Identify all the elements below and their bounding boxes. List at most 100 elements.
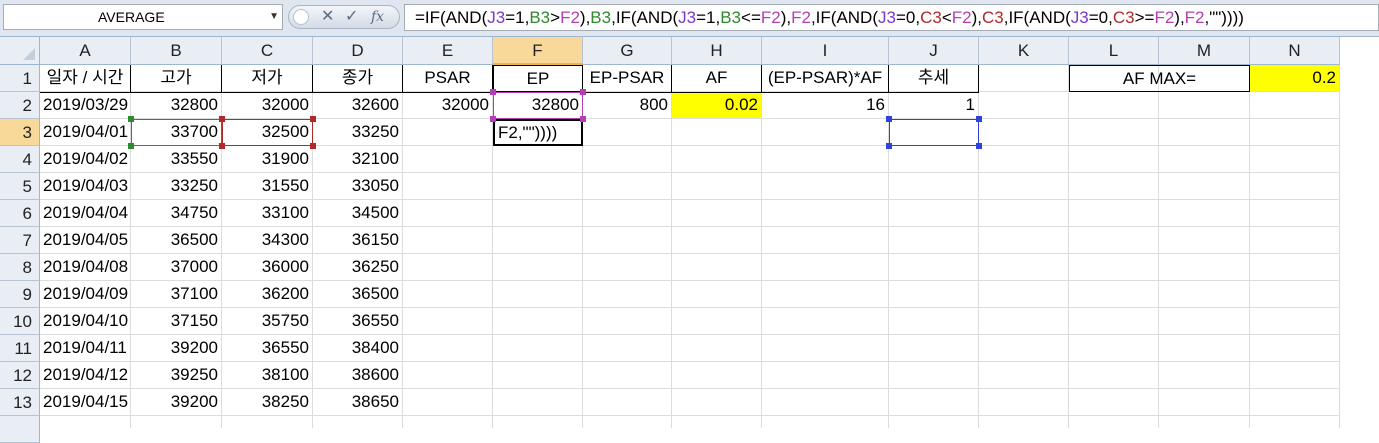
row-header-7[interactable]: 7 [0,227,40,254]
low-cell[interactable]: 31900 [222,146,313,173]
grid-cell[interactable] [493,146,583,173]
af-max-value[interactable]: 0.2 [1250,65,1340,92]
grid-cell[interactable] [1159,335,1250,362]
column-header-d[interactable]: D [313,37,403,65]
grid-cell[interactable] [1159,281,1250,308]
grid-cell[interactable] [313,416,403,428]
grid-cell[interactable] [889,173,979,200]
grid-cell[interactable] [1069,227,1159,254]
cell-e2[interactable]: 32000 [403,92,493,119]
grid-cell[interactable] [493,416,583,428]
close-cell[interactable]: 36150 [313,227,403,254]
grid-cell[interactable] [672,389,762,416]
close-cell[interactable]: 33050 [313,173,403,200]
close-cell[interactable]: 38400 [313,335,403,362]
formula-input[interactable]: =IF(AND(J3=1,B3>F2),B3,IF(AND(J3=1,B3<=F… [404,4,1379,31]
close-cell[interactable]: 32100 [313,146,403,173]
row-header-14[interactable] [0,416,40,443]
grid-cell[interactable] [889,362,979,389]
grid-cell[interactable] [1069,173,1159,200]
grid-cell[interactable] [979,146,1069,173]
grid-cell[interactable] [403,200,493,227]
grid-cell[interactable] [403,389,493,416]
grid-cell[interactable] [762,173,889,200]
date-cell[interactable]: 2019/04/15 [40,389,131,416]
grid-cell[interactable] [672,362,762,389]
header-date-time[interactable]: 일자 / 시간 [40,65,131,92]
cell-j2[interactable]: 1 [889,92,979,119]
column-header-l[interactable]: L [1069,37,1159,65]
column-header-c[interactable]: C [222,37,313,65]
close-cell[interactable]: 34500 [313,200,403,227]
row-header-8[interactable]: 8 [0,254,40,281]
cell-h2[interactable]: 0.02 [672,92,762,119]
low-cell[interactable]: 34300 [222,227,313,254]
header-high[interactable]: 고가 [131,65,222,92]
insert-function-icon[interactable]: fx [371,6,384,28]
grid-cell[interactable] [672,119,762,146]
grid-cell[interactable] [1069,119,1159,146]
low-cell[interactable]: 36550 [222,335,313,362]
grid-cell[interactable] [979,416,1069,428]
date-cell[interactable]: 2019/04/02 [40,146,131,173]
grid-cell[interactable] [672,308,762,335]
grid-cell[interactable] [979,389,1069,416]
high-cell[interactable]: 37100 [131,281,222,308]
grid-cell[interactable] [1069,92,1159,119]
date-cell[interactable]: 2019/04/09 [40,281,131,308]
grid-cell[interactable] [1250,335,1340,362]
column-header-g[interactable]: G [583,37,672,65]
grid-cell[interactable] [889,389,979,416]
date-cell[interactable]: 2019/04/12 [40,362,131,389]
header-ep-psar-af[interactable]: (EP-PSAR)*AF [762,65,889,92]
column-header-h[interactable]: H [672,37,762,65]
grid-cell[interactable] [583,173,672,200]
grid-cell[interactable] [1250,173,1340,200]
close-cell[interactable]: 36250 [313,254,403,281]
grid-cell[interactable] [403,281,493,308]
enter-icon[interactable]: ✓ [345,6,358,28]
grid-cell[interactable] [403,173,493,200]
grid-cell[interactable] [889,227,979,254]
grid-cell[interactable] [1250,281,1340,308]
grid-cell[interactable] [672,173,762,200]
grid-cell[interactable] [1250,92,1340,119]
grid-cell[interactable] [1250,308,1340,335]
high-cell[interactable]: 33250 [131,173,222,200]
grid-cell[interactable] [1159,119,1250,146]
grid-cell[interactable] [493,227,583,254]
column-header-j[interactable]: J [889,37,979,65]
grid-cell[interactable] [583,416,672,428]
low-cell[interactable]: 36200 [222,281,313,308]
select-all-corner[interactable] [0,37,40,65]
cancel-icon[interactable]: ✕ [321,6,334,28]
grid-cell[interactable] [672,335,762,362]
grid-cell[interactable] [493,173,583,200]
grid-cell[interactable] [1250,200,1340,227]
grid-cell[interactable] [493,254,583,281]
close-cell[interactable]: 33250 [313,119,403,146]
row-header-2[interactable]: 2 [0,92,40,119]
grid-cell[interactable] [1069,308,1159,335]
high-cell[interactable]: 39200 [131,335,222,362]
close-cell[interactable]: 36550 [313,308,403,335]
cell-g2[interactable]: 800 [583,92,672,119]
grid-cell[interactable] [583,362,672,389]
range-handle[interactable] [219,143,225,149]
range-handle[interactable] [580,116,586,122]
af-max-label[interactable]: AF MAX= [1069,65,1250,92]
grid-cell[interactable] [762,362,889,389]
header-trend[interactable]: 추세 [889,65,979,92]
grid-cell[interactable] [1250,227,1340,254]
date-cell[interactable]: 2019/04/04 [40,200,131,227]
grid-cell[interactable] [979,92,1069,119]
row-header-13[interactable]: 13 [0,389,40,416]
range-handle[interactable] [886,116,892,122]
high-cell[interactable]: 33550 [131,146,222,173]
date-cell[interactable]: 2019/04/11 [40,335,131,362]
row-header-1[interactable]: 1 [0,65,40,92]
grid-cell[interactable] [672,254,762,281]
grid-cell[interactable] [979,173,1069,200]
row-header-9[interactable]: 9 [0,281,40,308]
grid-cell[interactable] [403,119,493,146]
